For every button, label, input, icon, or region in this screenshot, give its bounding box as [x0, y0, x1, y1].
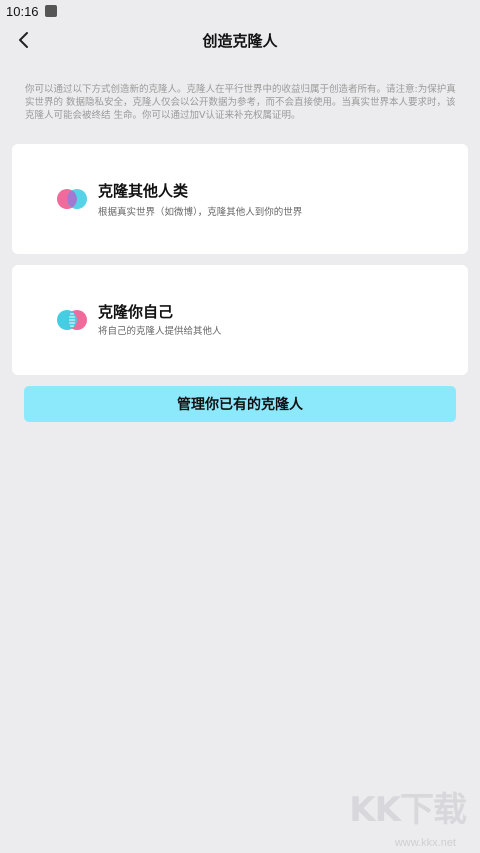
status-bar: 10:16: [0, 0, 480, 22]
watermark-url: www.kkx.net: [394, 837, 456, 849]
merged-circles-icon: [56, 308, 88, 332]
overlapping-circles-icon: [56, 187, 88, 211]
notification-app-icon: [44, 5, 57, 17]
card-description: 将自己的克隆人提供给其他人: [98, 326, 222, 337]
clone-others-card[interactable]: 克隆其他人类 根据真实世界（如微博），克隆其他人到你的世界: [12, 144, 468, 254]
card-title: 克隆你自己: [98, 303, 174, 321]
notice-text: 你可以通过以下方式创造新的克隆人。克隆人在平行世界中的收益归属于创造者所有。请注…: [25, 84, 456, 121]
manage-clones-button[interactable]: 管理你已有的克隆人: [24, 386, 456, 422]
status-time: 10:16: [6, 3, 39, 19]
nav-bar: 创造克隆人: [0, 22, 480, 58]
card-description: 根据真实世界（如微博），克隆其他人到你的世界: [98, 207, 303, 218]
page-title: 创造克隆人: [202, 32, 278, 50]
card-title: 克隆其他人类: [98, 182, 189, 200]
clone-yourself-card[interactable]: 克隆你自己 将自己的克隆人提供给其他人: [12, 265, 468, 375]
watermark-logo: KK下载: [349, 790, 467, 830]
